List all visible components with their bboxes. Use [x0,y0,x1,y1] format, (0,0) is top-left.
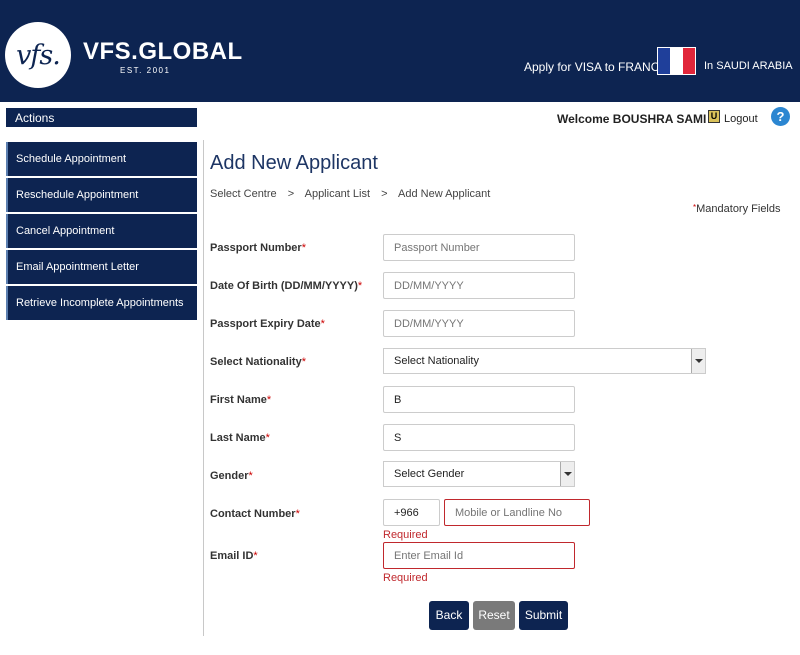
chevron-down-icon[interactable] [560,462,574,486]
mandatory-note: *Mandatory Fields [693,203,781,215]
flag-stripe-red [682,48,695,74]
page-title: Add New Applicant [210,152,378,174]
breadcrumb-separator: > [287,188,295,200]
logout-icon[interactable]: U [708,110,720,123]
brand-name: VFS.GLOBAL [83,38,243,65]
chevron-down-icon[interactable] [691,349,705,373]
breadcrumb-select-centre[interactable]: Select Centre [210,188,277,200]
sidebar-divider [203,140,204,636]
sidebar: Schedule Appointment Reschedule Appointm… [6,142,197,322]
nationality-label: Select Nationality* [210,356,306,368]
mandatory-text: Mandatory Fields [696,203,781,215]
brand-est: EST. 2001 [120,66,171,75]
welcome-text: Welcome BOUSHRA SAMI ! [557,112,714,126]
apply-visa-text: Apply for VISA to FRANCE [524,60,668,74]
help-icon[interactable]: ? [771,107,790,126]
last-name-input[interactable] [383,424,575,451]
passport-number-label: Passport Number* [210,242,306,254]
passport-expiry-label: Passport Expiry Date* [210,318,325,330]
country-code-input[interactable] [383,499,440,526]
actions-title: Actions [6,108,197,127]
reset-button[interactable]: Reset [473,601,515,630]
email-label: Email ID* [210,550,258,562]
sidebar-item-schedule-appointment[interactable]: Schedule Appointment [6,142,197,176]
contact-error: Required [383,529,428,541]
first-name-input[interactable] [383,386,575,413]
back-button[interactable]: Back [429,601,469,630]
passport-number-input[interactable] [383,234,575,261]
contact-number-label: Contact Number* [210,508,300,520]
sidebar-item-email-appointment-letter[interactable]: Email Appointment Letter [6,250,197,284]
gender-label: Gender* [210,470,253,482]
header: vfs. VFS.GLOBAL EST. 2001 Apply for VISA… [0,0,800,102]
logout-link[interactable]: Logout [724,113,758,125]
france-flag-icon [657,47,696,75]
gender-selected: Select Gender [394,468,465,480]
vfs-logo[interactable]: vfs. [5,22,71,88]
email-input[interactable] [383,542,575,569]
nationality-selected: Select Nationality [394,355,479,367]
breadcrumb-add-new-applicant: Add New Applicant [398,188,491,200]
contact-number-input[interactable] [444,499,590,526]
breadcrumb-applicant-list[interactable]: Applicant List [305,188,370,200]
country-text: In SAUDI ARABIA [704,60,793,72]
first-name-label: First Name* [210,394,272,406]
flag-stripe-blue [658,48,671,74]
sidebar-item-reschedule-appointment[interactable]: Reschedule Appointment [6,178,197,212]
gender-select[interactable]: Select Gender [383,461,575,487]
email-error: Required [383,572,428,584]
logo-text: vfs. [16,39,61,71]
flag-stripe-white [670,48,683,74]
sidebar-item-cancel-appointment[interactable]: Cancel Appointment [6,214,197,248]
passport-expiry-input[interactable] [383,310,575,337]
breadcrumb-separator: > [381,188,388,200]
last-name-label: Last Name* [210,432,270,444]
dob-input[interactable] [383,272,575,299]
breadcrumb: Select Centre > Applicant List > Add New… [210,188,498,200]
submit-button[interactable]: Submit [519,601,568,630]
nationality-select[interactable]: Select Nationality [383,348,706,374]
dob-label: Date Of Birth (DD/MM/YYYY)* [210,280,363,292]
sidebar-item-retrieve-incomplete[interactable]: Retrieve Incomplete Appointments [6,286,197,320]
